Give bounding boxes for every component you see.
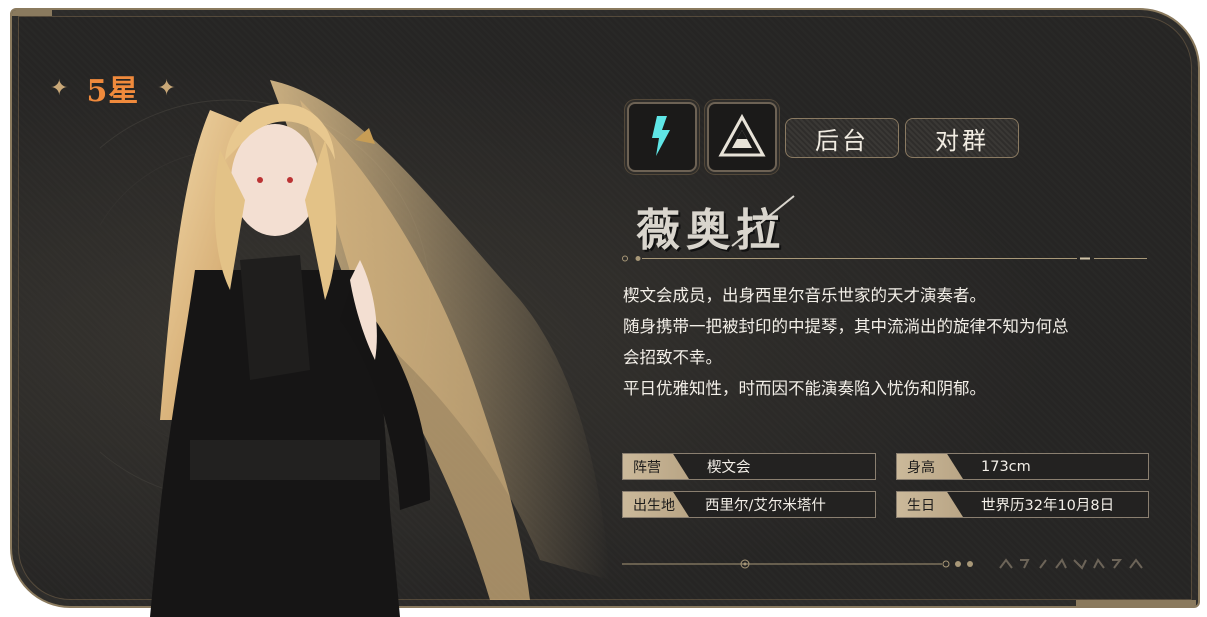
triangle-class-icon: [718, 113, 766, 157]
info-value: 西里尔/艾尔米塔什: [705, 498, 826, 514]
description-line: 会招致不幸。: [623, 348, 722, 367]
divider-line: [622, 255, 1147, 262]
info-label: 生日: [897, 492, 963, 517]
info-faction: 阵营 楔文会: [622, 453, 876, 480]
info-label: 阵营: [623, 454, 689, 479]
element-icon-button[interactable]: [627, 102, 697, 172]
name-slash-decoration: [731, 195, 795, 247]
tag-backline[interactable]: 后台: [785, 118, 899, 158]
frame-corner-accent: [12, 10, 52, 16]
character-description: 楔文会成员，出身西里尔音乐世家的天才演奏者。 随身携带一把被封印的中提琴，其中流…: [623, 280, 1143, 404]
tag-aoe[interactable]: 对群: [905, 118, 1019, 158]
info-height: 身高 173cm: [896, 453, 1149, 480]
lightning-element-icon: [652, 116, 670, 156]
class-icon-button[interactable]: [707, 102, 777, 172]
info-value: 世界历32年10月8日: [981, 498, 1115, 514]
info-label: 身高: [897, 454, 963, 479]
footer-decoration: [622, 558, 1143, 570]
info-birthday: 生日 世界历32年10月8日: [896, 491, 1149, 518]
info-birthplace: 出生地 西里尔/艾尔米塔什: [622, 491, 876, 518]
character-portrait: [100, 80, 610, 617]
frame-corner-accent: [1076, 600, 1196, 606]
description-line: 平日优雅知性，时而因不能演奏陷入忧伤和阴郁。: [623, 379, 986, 398]
info-value: 楔文会: [707, 460, 751, 476]
four-point-star-icon: ✦: [50, 75, 69, 101]
description-line: 楔文会成员，出身西里尔音乐世家的天才演奏者。: [623, 286, 986, 305]
info-value: 173cm: [981, 458, 1031, 475]
description-line: 随身携带一把被封印的中提琴，其中流淌出的旋律不知为何总: [623, 317, 1069, 336]
info-label: 出生地: [623, 492, 689, 517]
